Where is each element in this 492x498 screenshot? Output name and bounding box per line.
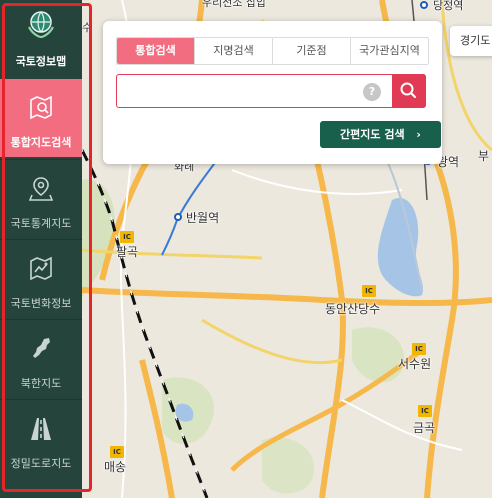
search-icon	[400, 82, 417, 99]
logo-label: 국토정보맵	[15, 55, 67, 68]
map-label-maesong: 매송	[104, 460, 127, 474]
map-pin-icon	[29, 177, 53, 201]
sidebar-item-label: 국토통계지도	[10, 217, 72, 230]
search-button[interactable]	[392, 74, 426, 108]
sidebar-item-change-info[interactable]: 국토변화정보	[0, 239, 82, 317]
search-panel: 통합검색 지명검색 기준점 국가관심지역 ? 간편지도 검색 ›	[103, 21, 442, 164]
map-change-icon	[30, 256, 52, 281]
ic-badge-palgok: IC	[120, 231, 134, 243]
map-label-right-edge: 부	[478, 149, 490, 163]
search-box: ?	[116, 74, 426, 108]
sidebar-item-label: 북한지도	[20, 377, 62, 390]
map-label-seosuwon: 서수원	[398, 357, 432, 371]
map-label-road-top: 우리전조 삽압	[202, 0, 267, 9]
road-icon	[31, 418, 51, 440]
map-label-partial-left: 수	[82, 21, 93, 34]
sidebar-item-label: 통합지도검색	[10, 136, 72, 149]
sidebar-item-label: 국토변화정보	[10, 297, 72, 310]
globe-leaf-icon	[28, 11, 54, 39]
ic-badge-geumgok: IC	[418, 405, 432, 417]
map-label-palgok: 팔곡	[116, 245, 139, 259]
ic-badge-seosuwon: IC	[412, 343, 426, 355]
ic-badge-maesong: IC	[110, 446, 124, 458]
station-marker-top	[420, 1, 428, 9]
simple-map-search-label: 간편지도 검색	[340, 128, 405, 141]
chevron-right-icon: ›	[416, 128, 421, 141]
ic-badge-dongan: IC	[362, 285, 376, 297]
map-label-banwol-station: 반월역	[186, 211, 220, 225]
search-tabs: 통합검색 지명검색 기준점 국가관심지역	[116, 37, 429, 65]
sidebar-item-integrated-search[interactable]: 통합지도검색	[0, 79, 82, 157]
station-marker-banwol	[174, 213, 182, 221]
map-label-geumgok: 금곡	[413, 421, 436, 435]
sidebar-item-precision-road-map[interactable]: 정밀도로지도	[0, 399, 82, 477]
help-icon[interactable]: ?	[363, 83, 381, 101]
sidebar-item-label: 정밀도로지도	[10, 457, 72, 470]
tab-national-interest-area[interactable]: 국가관심지역	[350, 38, 428, 64]
sidebar-item-statistics-map[interactable]: 국토통계지도	[0, 159, 82, 237]
region-select-chip[interactable]: 경기도	[450, 26, 492, 56]
sidebar-item-north-korea-map[interactable]: 북한지도	[0, 319, 82, 397]
search-input[interactable]	[123, 80, 353, 102]
north-korea-icon	[33, 338, 50, 358]
map-label-dongan: 동안산당수	[325, 302, 381, 316]
map-search-icon	[30, 95, 52, 120]
simple-map-search-button[interactable]: 간편지도 검색 ›	[320, 121, 441, 148]
logo[interactable]: 국토정보맵	[0, 0, 82, 78]
tab-reference-point[interactable]: 기준점	[272, 38, 350, 64]
map-label-station-top: 당정역	[433, 0, 464, 12]
tab-integrated-search[interactable]: 통합검색	[117, 38, 194, 64]
sidebar: 국토정보맵 통합지도검색 국토통계지도 국토변화정보 북한지도 정밀도로지도	[0, 0, 82, 498]
tab-place-name-search[interactable]: 지명검색	[194, 38, 272, 64]
